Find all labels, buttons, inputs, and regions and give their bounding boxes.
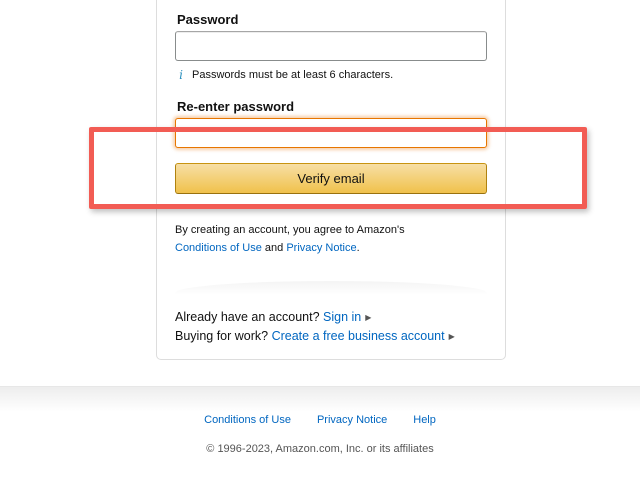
- legal-and: and: [264, 242, 284, 254]
- caret-right-icon: ▶: [365, 313, 372, 322]
- reenter-password-label: Re-enter password: [177, 99, 295, 114]
- conditions-of-use-link[interactable]: Conditions of Use: [175, 242, 262, 254]
- info-icon: i: [179, 68, 183, 82]
- sign-in-link-label: Sign in: [323, 310, 362, 324]
- password-input[interactable]: [175, 31, 487, 61]
- have-account-text: Already have an account?: [175, 310, 320, 324]
- legal-notice: By creating an account, you agree to Ama…: [175, 221, 495, 257]
- business-link-label: Create a free business account: [271, 329, 445, 343]
- create-business-account-link[interactable]: Create a free business account ▶: [272, 329, 455, 343]
- business-text: Buying for work?: [175, 329, 269, 343]
- footer-conditions-link[interactable]: Conditions of Use: [204, 414, 291, 426]
- legal-prefix: By creating an account, you agree to Ama…: [175, 224, 405, 236]
- sign-in-row: Already have an account? Sign in ▶: [175, 310, 371, 324]
- password-hint-text: Passwords must be at least 6 characters.: [192, 69, 394, 81]
- reenter-password-input[interactable]: [175, 118, 487, 148]
- footer-links: Conditions of Use Privacy Notice Help: [0, 414, 640, 426]
- footer-divider: [0, 386, 640, 412]
- copyright-text: © 1996-2023, Amazon.com, Inc. or its aff…: [206, 443, 434, 455]
- verify-email-button[interactable]: Verify email: [175, 163, 487, 194]
- legal-suffix: .: [356, 242, 360, 254]
- sign-in-link[interactable]: Sign in ▶: [323, 310, 371, 324]
- footer-help-link[interactable]: Help: [413, 414, 436, 426]
- password-label: Password: [177, 12, 239, 27]
- password-hint: i Passwords must be at least 6 character…: [177, 68, 393, 82]
- business-account-row: Buying for work? Create a free business …: [175, 329, 455, 343]
- privacy-notice-link[interactable]: Privacy Notice: [286, 242, 356, 254]
- footer-privacy-link[interactable]: Privacy Notice: [317, 414, 387, 426]
- verify-email-button-label: Verify email: [297, 171, 365, 186]
- caret-right-icon: ▶: [448, 332, 455, 341]
